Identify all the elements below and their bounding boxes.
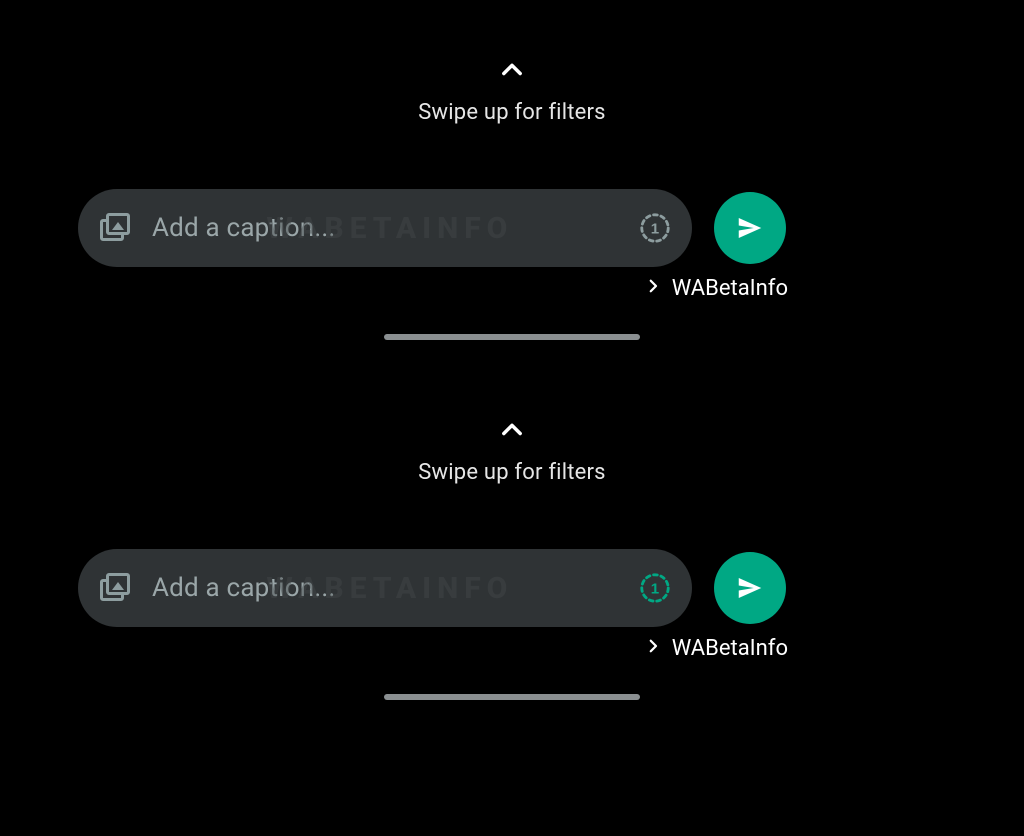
send-icon [735,213,765,243]
view-once-toggle[interactable]: 1 [638,571,672,605]
chevron-up-icon [498,416,526,448]
recipient-name: WABetaInfo [672,276,788,301]
home-indicator [384,334,640,340]
media-send-panel: Swipe up for filters Add a caption... WA… [0,416,1024,627]
media-send-panel: Swipe up for filters Add a caption... WA… [0,56,1024,267]
caption-input-pill[interactable]: Add a caption... WABETAINFO 1 [78,189,692,267]
send-button[interactable] [714,192,786,264]
swipe-up-hint[interactable]: Swipe up for filters [0,416,1024,485]
caption-input-pill[interactable]: Add a caption... WABETAINFO 1 [78,549,692,627]
gallery-icon[interactable] [100,213,134,243]
recipient-chip[interactable]: WABetaInfo [644,276,788,301]
view-once-digit: 1 [651,581,659,598]
send-button[interactable] [714,552,786,624]
recipient-name: WABetaInfo [672,636,788,661]
home-indicator [384,694,640,700]
caption-placeholder: Add a caption... [152,573,335,603]
chevron-right-icon [644,636,662,661]
caption-placeholder: Add a caption... [152,213,335,243]
recipient-chip[interactable]: WABetaInfo [644,636,788,661]
swipe-up-label: Swipe up for filters [0,460,1024,485]
swipe-up-label: Swipe up for filters [0,100,1024,125]
view-once-digit: 1 [651,221,659,238]
swipe-up-hint[interactable]: Swipe up for filters [0,56,1024,125]
chevron-right-icon [644,276,662,301]
gallery-icon[interactable] [100,573,134,603]
send-icon [735,573,765,603]
view-once-toggle[interactable]: 1 [638,211,672,245]
chevron-up-icon [498,56,526,88]
